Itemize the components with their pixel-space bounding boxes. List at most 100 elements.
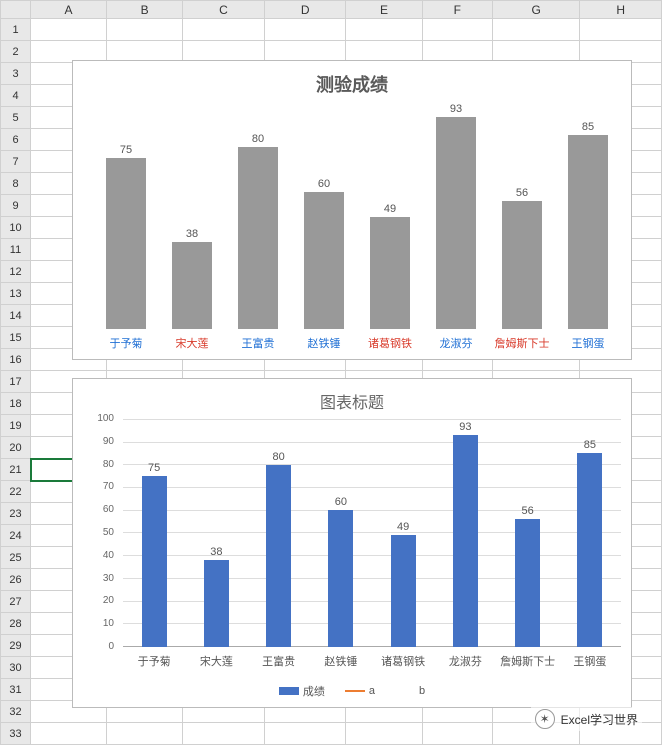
cell[interactable]: [31, 723, 107, 745]
plot-area: 7538806049935685: [93, 101, 621, 329]
chart-title: 测验成绩: [73, 71, 631, 97]
cell[interactable]: [264, 723, 346, 745]
column-header[interactable]: E: [346, 1, 422, 19]
row-header[interactable]: 19: [1, 415, 31, 437]
data-label: 85: [584, 439, 596, 451]
bar: [204, 560, 229, 647]
category-label: 宋大莲: [159, 335, 225, 351]
row-header[interactable]: 25: [1, 547, 31, 569]
row-header[interactable]: 12: [1, 261, 31, 283]
row-header[interactable]: 31: [1, 679, 31, 701]
cell[interactable]: [346, 723, 422, 745]
watermark: ✶ Excel学习世界: [531, 707, 642, 731]
data-label: 49: [384, 203, 396, 215]
row-header[interactable]: 16: [1, 349, 31, 371]
category-label: 于予菊: [123, 653, 185, 669]
row-header[interactable]: 24: [1, 525, 31, 547]
column-header[interactable]: H: [580, 1, 662, 19]
bar: [106, 158, 146, 329]
chart-1[interactable]: 测验成绩 7538806049935685 于予菊宋大莲王富贵赵铁锤诸葛钢铁龙淑…: [72, 60, 632, 360]
column-header[interactable]: C: [183, 1, 265, 19]
row-header[interactable]: 7: [1, 151, 31, 173]
column-header[interactable]: A: [31, 1, 107, 19]
legend-item: 成绩: [279, 683, 325, 699]
data-label: 75: [148, 462, 160, 474]
watermark-text: Excel学习世界: [561, 711, 638, 728]
bar: [328, 510, 353, 647]
bar: [436, 117, 476, 329]
row-header[interactable]: 23: [1, 503, 31, 525]
cell[interactable]: [107, 723, 183, 745]
wechat-icon: ✶: [535, 709, 555, 729]
row-header[interactable]: 8: [1, 173, 31, 195]
category-label: 赵铁锤: [310, 653, 372, 669]
row-header[interactable]: 27: [1, 591, 31, 613]
cell[interactable]: [422, 723, 492, 745]
data-label: 80: [252, 133, 264, 145]
category-label: 赵铁锤: [291, 335, 357, 351]
row-header[interactable]: 6: [1, 129, 31, 151]
data-label: 75: [120, 144, 132, 156]
bar: [238, 147, 278, 329]
data-label: 49: [397, 521, 409, 533]
cell[interactable]: [183, 19, 265, 41]
category-label: 于予菊: [93, 335, 159, 351]
row-header[interactable]: 14: [1, 305, 31, 327]
plot-area: 7538806049935685: [123, 419, 621, 647]
legend-item: b: [395, 683, 425, 699]
row-header[interactable]: 33: [1, 723, 31, 745]
y-axis: 0102030405060708090100: [73, 419, 118, 647]
row-header[interactable]: 30: [1, 657, 31, 679]
row-header[interactable]: 4: [1, 85, 31, 107]
chart-title: 图表标题: [73, 389, 631, 413]
cell[interactable]: [31, 19, 107, 41]
category-label: 宋大莲: [185, 653, 247, 669]
row-header[interactable]: 29: [1, 635, 31, 657]
bar: [266, 465, 291, 647]
legend-swatch: [345, 690, 365, 692]
row-header[interactable]: 17: [1, 371, 31, 393]
cell[interactable]: [264, 19, 346, 41]
row-header[interactable]: 18: [1, 393, 31, 415]
row-header[interactable]: 26: [1, 569, 31, 591]
column-header[interactable]: G: [492, 1, 579, 19]
category-label: 王钢蛋: [559, 653, 621, 669]
column-header[interactable]: D: [264, 1, 346, 19]
cell[interactable]: [183, 723, 265, 745]
row-header[interactable]: 11: [1, 239, 31, 261]
bar: [370, 217, 410, 329]
category-label: 龙淑芬: [434, 653, 496, 669]
legend: 成绩 a b: [73, 683, 631, 699]
cell[interactable]: [492, 19, 579, 41]
cell[interactable]: [580, 19, 662, 41]
category-label: 龙淑芬: [423, 335, 489, 351]
row-header[interactable]: 3: [1, 63, 31, 85]
bar: [502, 201, 542, 329]
row-header[interactable]: 20: [1, 437, 31, 459]
cell[interactable]: [107, 19, 183, 41]
row-header[interactable]: 21: [1, 459, 31, 481]
cell[interactable]: [422, 19, 492, 41]
row-header[interactable]: 5: [1, 107, 31, 129]
row-header[interactable]: 13: [1, 283, 31, 305]
row-header[interactable]: 2: [1, 41, 31, 63]
category-label: 詹姆斯下士: [489, 335, 555, 351]
select-all-corner[interactable]: [1, 1, 31, 19]
category-label: 诸葛钢铁: [357, 335, 423, 351]
row-header[interactable]: 15: [1, 327, 31, 349]
row-header[interactable]: 10: [1, 217, 31, 239]
row-header[interactable]: 28: [1, 613, 31, 635]
row-header[interactable]: 22: [1, 481, 31, 503]
column-header[interactable]: F: [422, 1, 492, 19]
bar: [568, 135, 608, 329]
column-header[interactable]: B: [107, 1, 183, 19]
row-header[interactable]: 9: [1, 195, 31, 217]
row-header[interactable]: 32: [1, 701, 31, 723]
row-header[interactable]: 1: [1, 19, 31, 41]
data-label: 38: [210, 546, 222, 558]
chart-2[interactable]: 图表标题 0102030405060708090100 753880604993…: [72, 378, 632, 708]
legend-swatch: [395, 687, 415, 695]
data-label: 38: [186, 228, 198, 240]
cell[interactable]: [346, 19, 422, 41]
data-label: 85: [582, 121, 594, 133]
